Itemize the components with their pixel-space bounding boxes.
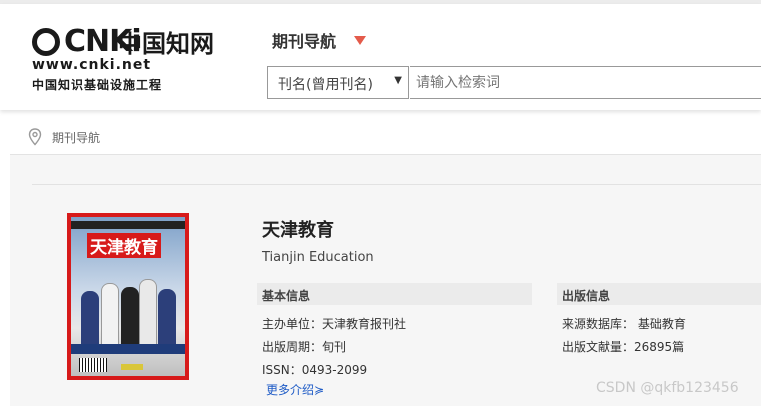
panel-divider [32,184,761,185]
search-input[interactable] [410,66,761,99]
cover-artwork: 天津教育 [71,217,185,376]
logo-subtitle: 中国知识基础设施工程 [32,78,163,92]
basic-info-heading: 基本信息 [257,283,532,305]
cover-figure [81,291,99,349]
pub-info-heading: 出版信息 [557,283,761,305]
csdn-watermark: CSDN @qkfb123456 [596,380,739,396]
journal-title: 天津教育 [262,220,334,241]
search-field-select[interactable]: 刊名(曾用刊名) ▼ [267,66,409,99]
barcode-icon [79,358,107,372]
journal-nav-title[interactable]: 期刊导航 [272,28,336,52]
breadcrumb-label[interactable]: 期刊导航 [52,129,100,146]
cover-caption-strip [71,344,185,354]
journal-title-en: Tianjin Education [262,250,374,265]
cover-top-bar [71,221,185,229]
source-db-info: 来源数据库： 基础教育 [562,317,686,331]
logo-ring-icon [32,28,60,56]
sponsor-info: 主办单位：天津教育报刊社 [262,317,407,331]
cover-figure [158,289,176,349]
doc-count-info: 出版文献量：26895篇 [562,340,685,354]
nav-dropdown-arrow-icon[interactable] [354,36,366,45]
logo-url: www.cnki.net [32,57,152,73]
search-field-value: 刊名(曾用刊名) [278,77,373,93]
logo-chinese: 中国知网 [118,29,214,58]
journal-cover-image[interactable]: 天津教育 [67,213,189,380]
issn-info: ISSN：0493-2099 [262,363,368,377]
cnki-logo[interactable]: CNKi 中国知网 www.cnki.net 中国知识基础设施工程 [30,22,220,97]
chevron-double-down-icon: ≽ [314,383,325,397]
frequency-info: 出版周期：旬刊 [262,340,347,354]
cover-figure [139,279,157,349]
location-pin-icon [28,128,42,146]
cover-title: 天津教育 [87,233,161,258]
cover-badge [121,364,143,370]
more-info-label: 更多介绍 [266,383,315,397]
chevron-down-icon: ▼ [394,75,402,86]
cover-figure [121,287,139,349]
cover-figure [101,283,119,349]
cover-students [81,269,176,349]
more-info-link[interactable]: 更多介绍≽ [266,381,324,398]
breadcrumb: 期刊导航 [28,128,100,146]
